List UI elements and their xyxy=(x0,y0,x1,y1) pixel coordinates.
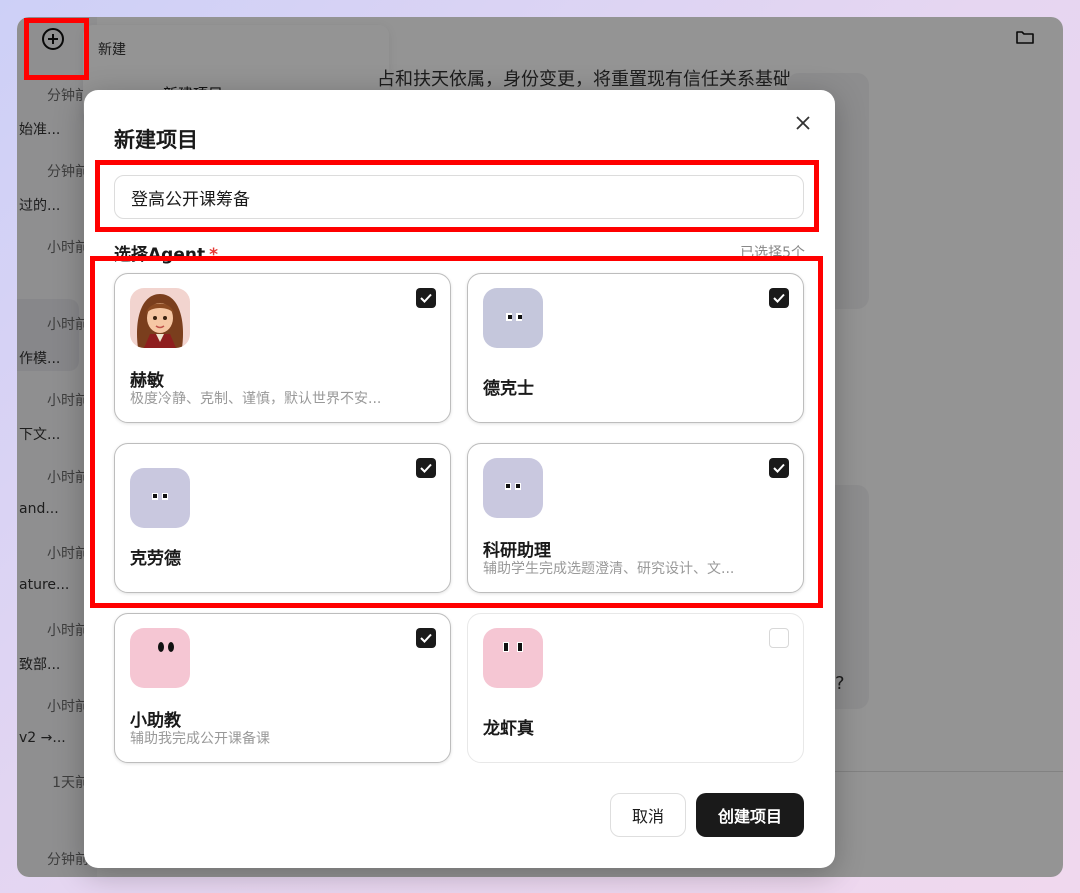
agent-name: 龙虾真 xyxy=(483,719,534,739)
checkbox-checked[interactable] xyxy=(769,288,789,308)
select-agent-label: 选择Agent * xyxy=(114,240,218,265)
check-icon xyxy=(420,293,432,303)
agent-desc: 辅助学生完成选题澄清、研究设计、文... xyxy=(483,561,735,577)
selected-count: 已选择5个 xyxy=(740,245,805,261)
agent-name: 克劳德 xyxy=(130,549,181,569)
check-icon xyxy=(773,293,785,303)
robot-face-avatar xyxy=(130,468,190,528)
select-agent-label-text: 选择Agent xyxy=(114,245,206,265)
agent-name: 德克士 xyxy=(483,379,534,399)
agent-card-dekeshi[interactable]: 德克士 xyxy=(467,273,804,423)
new-project-dialog: 新建项目 选择Agent* 已选择5个 赫敏 极度冷静、克制、谨慎，默认世界不安… xyxy=(84,90,835,868)
check-icon xyxy=(773,463,785,473)
agent-card-hermione[interactable]: 赫敏 极度冷静、克制、谨慎，默认世界不安... xyxy=(114,273,451,423)
required-mark: * xyxy=(209,245,218,265)
checkbox-checked[interactable] xyxy=(416,628,436,648)
checkbox-checked[interactable] xyxy=(769,458,789,478)
project-name-input[interactable] xyxy=(114,175,804,219)
check-icon xyxy=(420,633,432,643)
pink-face-avatar xyxy=(130,628,190,688)
girl-portrait-avatar xyxy=(130,288,190,348)
dialog-title: 新建项目 xyxy=(114,128,198,152)
create-project-button[interactable]: 创建项目 xyxy=(696,793,804,837)
check-icon xyxy=(420,463,432,473)
pink-face-avatar xyxy=(483,628,543,688)
agent-card-longxiazhen[interactable]: 龙虾真 xyxy=(467,613,804,763)
agent-card-research-assistant[interactable]: 科研助理 辅助学生完成选题澄清、研究设计、文... xyxy=(467,443,804,593)
agent-card-claude[interactable]: 克劳德 xyxy=(114,443,451,593)
checkbox-unchecked[interactable] xyxy=(769,628,789,648)
agent-desc: 辅助我完成公开课备课 xyxy=(130,731,270,747)
checkbox-checked[interactable] xyxy=(416,458,436,478)
agent-desc: 极度冷静、克制、谨慎，默认世界不安... xyxy=(130,391,382,407)
cancel-button[interactable]: 取消 xyxy=(610,793,686,837)
checkbox-checked[interactable] xyxy=(416,288,436,308)
close-icon[interactable] xyxy=(790,110,816,136)
robot-face-avatar xyxy=(483,288,543,348)
agent-card-teaching-assistant[interactable]: 小助教 辅助我完成公开课备课 xyxy=(114,613,451,763)
robot-face-avatar xyxy=(483,458,543,518)
